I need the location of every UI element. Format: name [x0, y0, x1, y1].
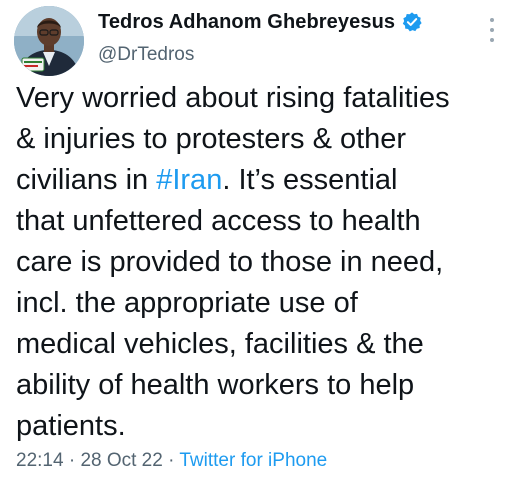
meta-separator: · [168, 450, 175, 471]
tweet-line-4: that unfettered access to health [16, 205, 421, 237]
hashtag-link[interactable]: #Iran [156, 164, 222, 196]
tweet-line-8: ability of health workers to help [16, 369, 415, 401]
avatar-photo [14, 6, 84, 76]
tweet-text: Very worried about rising fatalities & i… [16, 78, 514, 447]
tweet-line-3-end: . It’s essential [222, 164, 398, 196]
tweet-line-3-start: civilians in [16, 164, 157, 196]
tweet-source-link[interactable]: Twitter for iPhone [179, 450, 327, 471]
author-handle[interactable]: @DrTedros [98, 44, 194, 66]
tweet-meta: 22:14 · 28 Oct 22 · Twitter for iPhone [16, 450, 327, 472]
tweet-card: Tedros Adhanom Ghebreyesus @DrTedros Ver… [0, 0, 520, 482]
tweet-line-3: civilians in #Iran. It’s essential [16, 160, 514, 201]
tweet-line-9: patients. [16, 410, 126, 442]
tweet-time[interactable]: 22:14 [16, 450, 64, 471]
tweet-line-2: & injuries to protesters & other [16, 123, 407, 155]
author-name-row: Tedros Adhanom Ghebreyesus [98, 6, 423, 38]
tweet-line-5: care is provided to those in need, [16, 246, 444, 278]
author-display-name[interactable]: Tedros Adhanom Ghebreyesus [98, 11, 395, 34]
meta-separator: · [68, 450, 76, 471]
avatar[interactable] [14, 6, 84, 76]
tweet-line-1: Very worried about rising fatalities [16, 82, 450, 114]
more-vertical-icon[interactable] [484, 18, 500, 42]
tweet-date[interactable]: 28 Oct 22 [80, 450, 162, 471]
verified-badge-icon [401, 11, 423, 33]
tweet-line-7: medical vehicles, facilities & the [16, 328, 424, 360]
tweet-line-6: incl. the appropriate use of [16, 287, 358, 319]
